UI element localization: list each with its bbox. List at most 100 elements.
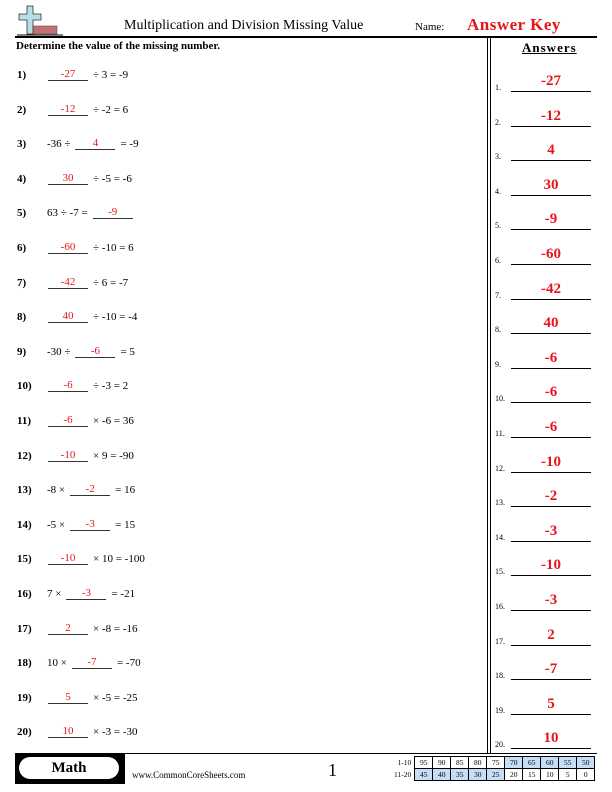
- header-divider: [15, 36, 597, 38]
- question-suffix: ÷ -2 = 6: [93, 103, 129, 116]
- answer-value: -2: [511, 486, 591, 508]
- score-cell: 5: [558, 768, 578, 781]
- score-cell: 0: [576, 768, 596, 781]
- worksheet-title: Multiplication and Division Missing Valu…: [124, 18, 364, 33]
- answer-number: 15.: [495, 567, 505, 577]
- score-cell: 70: [504, 756, 524, 769]
- page-number: 1: [328, 760, 337, 780]
- answer-blank[interactable]: -27: [48, 68, 88, 81]
- answer-blank[interactable]: -12: [48, 103, 88, 116]
- answer-value: 5: [511, 694, 591, 715]
- score-cell: 75: [486, 756, 506, 769]
- question-number: 6): [17, 242, 27, 254]
- question-number: 8): [17, 311, 27, 324]
- answer-blank[interactable]: -60: [48, 241, 88, 254]
- name-value: Answer Key: [467, 15, 561, 34]
- question-prefix: -36 ÷: [47, 138, 71, 151]
- answer-number: 7.: [495, 290, 501, 300]
- answer-row: 13. -2: [495, 487, 597, 509]
- column-divider: [490, 38, 491, 753]
- question-number: 7): [17, 276, 27, 289]
- question-row: 15) -10 × 10 = -100: [17, 547, 147, 566]
- logo-icon: [17, 5, 63, 36]
- question-row: 1) -27 ÷ 3 = -9: [17, 63, 130, 81]
- question-suffix: × 10 = -100: [93, 553, 145, 566]
- answer-blank[interactable]: 10: [48, 725, 88, 739]
- question-number: 19): [17, 691, 32, 704]
- score-row-label: 1-10: [397, 758, 412, 767]
- question-suffix: ÷ 3 = -9: [93, 69, 129, 81]
- answer-blank[interactable]: -3: [70, 518, 111, 531]
- question-suffix: × -5 = -25: [93, 691, 138, 704]
- question-suffix: = 15: [115, 518, 136, 531]
- score-cell: 40: [432, 768, 452, 781]
- question-number: 15): [17, 553, 32, 566]
- answer-row: 2. -12: [495, 107, 597, 129]
- answer-blank[interactable]: 4: [75, 137, 116, 151]
- question-suffix: = -9: [120, 138, 139, 151]
- answer-row: 6. -60: [495, 245, 597, 267]
- question-suffix: = -21: [111, 588, 136, 600]
- answer-number: 14.: [495, 532, 505, 542]
- answer-number: 10.: [495, 394, 505, 404]
- answer-row: 14. -3: [495, 522, 597, 544]
- answer-value: -3: [511, 590, 591, 611]
- answer-value: 4: [511, 140, 591, 162]
- question-row: 2) -12 ÷ -2 = 6: [17, 98, 130, 116]
- answer-blank[interactable]: -9: [92, 206, 133, 220]
- answer-value: -7: [511, 659, 591, 681]
- question-row: 5) 63 ÷ -7 = -9: [17, 201, 136, 220]
- answer-blank[interactable]: -6: [48, 379, 88, 393]
- answer-value: -10: [511, 555, 591, 577]
- answer-blank[interactable]: -42: [48, 276, 88, 289]
- answer-blank[interactable]: -10: [48, 449, 88, 462]
- score-cell: 65: [522, 756, 542, 769]
- answer-number: 3.: [495, 152, 501, 162]
- answer-blank[interactable]: 5: [48, 691, 88, 704]
- question-number: 14): [17, 518, 32, 531]
- answer-value: 40: [511, 313, 591, 335]
- answer-blank[interactable]: -6: [75, 345, 116, 358]
- answer-row: 12. -10: [495, 453, 597, 475]
- question-suffix: × 9 = -90: [93, 449, 134, 462]
- question-row: 7) -42 ÷ 6 = -7: [17, 271, 130, 289]
- answer-value: -6: [511, 417, 591, 438]
- answer-blank[interactable]: 30: [48, 172, 88, 185]
- answer-row: 11. -6: [495, 418, 597, 440]
- answer-value: -42: [511, 279, 591, 300]
- subject-label: Math: [19, 757, 119, 779]
- instructions: Determine the value of the missing numbe…: [16, 40, 220, 52]
- question-row: 13) -8 × -2 = 16: [17, 478, 137, 497]
- question-row: 19) 5 × -5 = -25: [17, 686, 139, 704]
- score-row: 11-20 45 40 35 30 25 20 15 10 5 0: [392, 768, 596, 781]
- answer-row: 15. -10: [495, 556, 597, 578]
- answer-row: 9. -6: [495, 349, 597, 371]
- question-row: 3) -36 ÷ 4 = -9: [17, 132, 141, 151]
- question-number: 13): [17, 484, 32, 497]
- answer-blank[interactable]: -10: [48, 552, 88, 566]
- question-number: 2): [17, 103, 27, 116]
- answer-value: -60: [511, 244, 591, 265]
- answer-number: 1.: [495, 83, 501, 92]
- question-number: 20): [17, 726, 32, 739]
- score-cell: 80: [468, 756, 488, 769]
- answer-blank[interactable]: 2: [48, 622, 88, 635]
- answer-blank[interactable]: -2: [70, 483, 111, 497]
- answer-number: 8.: [495, 325, 501, 335]
- answer-blank[interactable]: 40: [48, 310, 88, 324]
- question-prefix: -30 ÷: [47, 345, 71, 358]
- answer-value: -12: [511, 106, 591, 127]
- answer-number: 18.: [495, 671, 505, 681]
- answer-blank[interactable]: -6: [48, 414, 88, 427]
- answer-value: -27: [511, 71, 591, 92]
- answer-blank[interactable]: -7: [71, 656, 112, 670]
- question-row: 6) -60 ÷ -10 = 6: [17, 236, 136, 254]
- column-divider: [487, 38, 488, 753]
- answer-number: 9.: [495, 359, 501, 369]
- question-suffix: × -6 = 36: [93, 415, 134, 427]
- answer-blank[interactable]: -3: [66, 587, 107, 600]
- question-prefix: -5 ×: [47, 518, 66, 531]
- answer-row: 10. -6: [495, 383, 597, 405]
- question-prefix: 7 ×: [47, 588, 62, 600]
- answer-row: 19. 5: [495, 695, 597, 717]
